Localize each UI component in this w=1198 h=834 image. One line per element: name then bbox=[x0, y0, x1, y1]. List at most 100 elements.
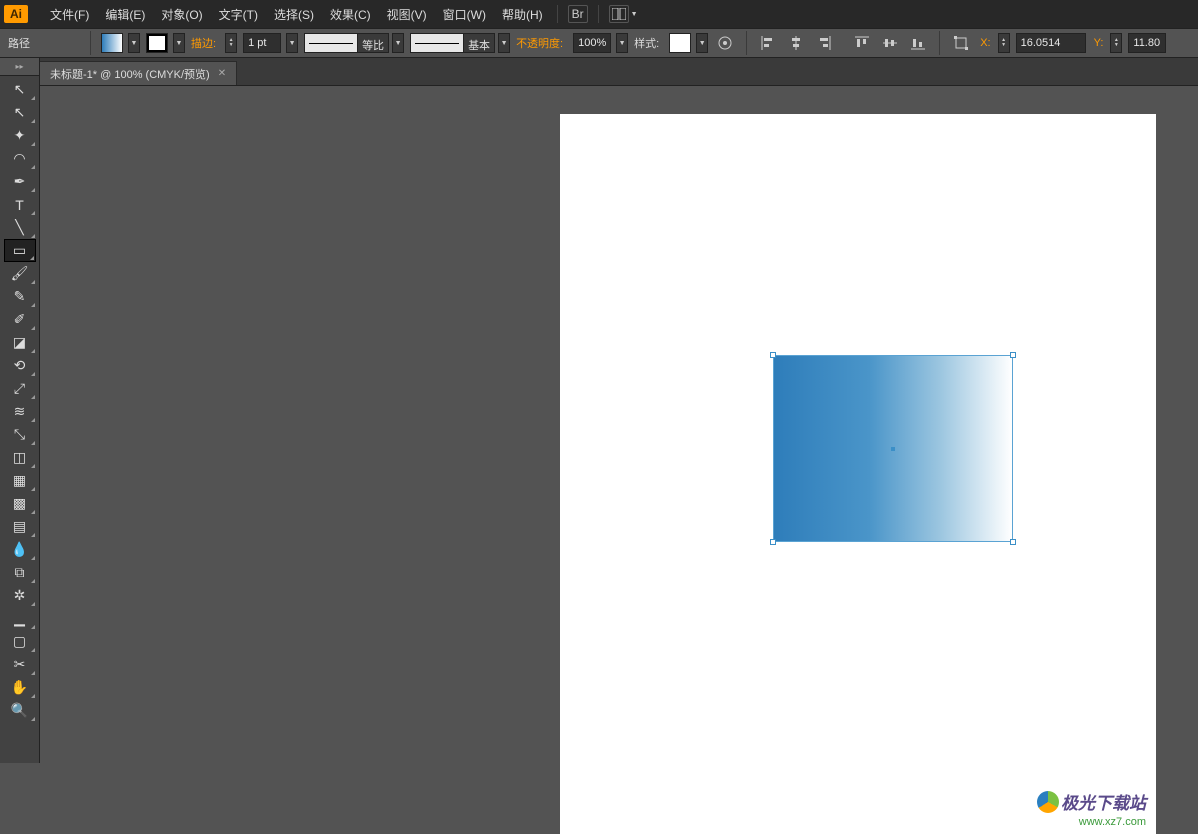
opacity-input[interactable] bbox=[573, 33, 611, 53]
watermark-url: www.xz7.com bbox=[1037, 816, 1146, 828]
tool-flyout-indicator-icon bbox=[31, 625, 35, 629]
x-coord-input[interactable] bbox=[1016, 33, 1086, 53]
document-tab-strip: 未标题-1* @ 100% (CMYK/预览) ✕ bbox=[40, 58, 1198, 86]
column-graph-tool[interactable]: ▁ bbox=[4, 607, 36, 630]
blend-tool[interactable]: ⧉ bbox=[4, 561, 36, 584]
align-left-icon[interactable] bbox=[759, 34, 777, 52]
canvas-area[interactable]: 极光下载站 www.xz7.com bbox=[40, 86, 1198, 763]
tool-flyout-indicator-icon bbox=[31, 602, 35, 606]
pen-tool[interactable]: ✒ bbox=[4, 170, 36, 193]
symbol-sprayer-tool[interactable]: ✲ bbox=[4, 584, 36, 607]
rectangle-tool[interactable]: ▭ bbox=[4, 239, 36, 262]
y-stepper-icon[interactable]: ▲▼ bbox=[1110, 33, 1122, 53]
menu-object[interactable]: 对象(O) bbox=[153, 6, 210, 23]
paintbrush-tool[interactable]: 🖌 bbox=[4, 262, 36, 285]
brush-group[interactable]: 基本 ▼ bbox=[410, 33, 510, 53]
zoom-tool[interactable]: 🔍 bbox=[4, 699, 36, 722]
fill-swatch[interactable] bbox=[101, 33, 123, 53]
stroke-profile-group[interactable]: 等比 ▼ bbox=[304, 33, 404, 53]
align-bottom-icon[interactable] bbox=[909, 34, 927, 52]
selection-handle-tr[interactable] bbox=[1010, 352, 1016, 358]
selection-handle-br[interactable] bbox=[1010, 539, 1016, 545]
stroke-swatch[interactable] bbox=[146, 33, 168, 53]
menu-file[interactable]: 文件(F) bbox=[42, 6, 97, 23]
direct-selection-tool[interactable]: ↖ bbox=[4, 101, 36, 124]
bridge-icon[interactable]: Br bbox=[568, 5, 588, 23]
selection-handle-bl[interactable] bbox=[770, 539, 776, 545]
stroke-profile-preview bbox=[304, 33, 358, 53]
toolbox-collapse-icon[interactable]: ▸▸ bbox=[0, 58, 39, 76]
scale-tool[interactable]: ⤢ bbox=[4, 377, 36, 400]
tool-flyout-indicator-icon bbox=[31, 234, 35, 238]
eraser-tool[interactable]: ◪ bbox=[4, 331, 36, 354]
tool-flyout-indicator-icon bbox=[31, 556, 35, 560]
watermark: 极光下载站 www.xz7.com bbox=[1037, 789, 1146, 828]
free-transform-tool[interactable]: ⤡ bbox=[4, 423, 36, 446]
perspective-grid-tool[interactable]: ▦ bbox=[4, 469, 36, 492]
mesh-tool[interactable]: ▩ bbox=[4, 492, 36, 515]
x-coord-label: X: bbox=[980, 37, 990, 49]
stroke-profile-dropdown-icon[interactable]: ▼ bbox=[392, 33, 404, 53]
artboard[interactable]: 极光下载站 www.xz7.com bbox=[560, 114, 1156, 834]
brush-dropdown-icon[interactable]: ▼ bbox=[498, 33, 510, 53]
arrange-documents-icon[interactable] bbox=[609, 5, 629, 23]
x-stepper-icon[interactable]: ▲▼ bbox=[998, 33, 1010, 53]
menu-help[interactable]: 帮助(H) bbox=[494, 6, 551, 23]
stroke-label[interactable]: 描边: bbox=[191, 35, 216, 51]
control-separator bbox=[939, 31, 940, 55]
document-tab[interactable]: 未标题-1* @ 100% (CMYK/预览) ✕ bbox=[40, 61, 237, 85]
recolor-artwork-icon[interactable] bbox=[716, 34, 734, 52]
line-segment-tool[interactable]: ╲ bbox=[4, 216, 36, 239]
selection-type-label: 路径 bbox=[8, 35, 30, 51]
selected-rectangle-shape[interactable] bbox=[773, 355, 1013, 542]
menu-edit[interactable]: 编辑(E) bbox=[97, 6, 153, 23]
opacity-dropdown-icon[interactable]: ▼ bbox=[616, 33, 628, 53]
gradient-tool[interactable]: ▤ bbox=[4, 515, 36, 538]
tool-flyout-indicator-icon bbox=[31, 648, 35, 652]
slice-tool[interactable]: ✂ bbox=[4, 653, 36, 676]
lasso-tool[interactable]: ◠ bbox=[4, 147, 36, 170]
transform-icon[interactable] bbox=[952, 34, 970, 52]
stroke-weight-dropdown-icon[interactable]: ▼ bbox=[286, 33, 298, 53]
stroke-weight-stepper-icon[interactable]: ▲▼ bbox=[225, 33, 237, 53]
menu-type[interactable]: 文字(T) bbox=[211, 6, 266, 23]
selection-handle-tl[interactable] bbox=[770, 352, 776, 358]
menu-window[interactable]: 窗口(W) bbox=[435, 6, 494, 23]
width-tool[interactable]: ≋ bbox=[4, 400, 36, 423]
arrange-dropdown-icon[interactable]: ▼ bbox=[631, 11, 638, 18]
tool-flyout-indicator-icon bbox=[31, 395, 35, 399]
align-center-v-icon[interactable] bbox=[881, 34, 899, 52]
align-center-h-icon[interactable] bbox=[787, 34, 805, 52]
artboard-tool[interactable]: ▢ bbox=[4, 630, 36, 653]
magic-wand-tool[interactable]: ✦ bbox=[4, 124, 36, 147]
hand-tool[interactable]: ✋ bbox=[4, 676, 36, 699]
tool-flyout-indicator-icon bbox=[31, 533, 35, 537]
menu-view[interactable]: 视图(V) bbox=[379, 6, 435, 23]
selection-tool[interactable]: ↖ bbox=[4, 78, 36, 101]
style-dropdown-icon[interactable]: ▼ bbox=[696, 33, 708, 53]
control-separator bbox=[90, 31, 91, 55]
fill-dropdown-icon[interactable]: ▼ bbox=[128, 33, 140, 53]
stroke-weight-input[interactable] bbox=[243, 33, 281, 53]
brush-preview bbox=[410, 33, 464, 53]
close-tab-icon[interactable]: ✕ bbox=[218, 68, 226, 79]
shape-builder-tool[interactable]: ◫ bbox=[4, 446, 36, 469]
y-coord-input[interactable] bbox=[1128, 33, 1166, 53]
opacity-label[interactable]: 不透明度: bbox=[516, 35, 563, 51]
tool-flyout-indicator-icon bbox=[30, 256, 34, 260]
pencil-tool[interactable]: ✎ bbox=[4, 285, 36, 308]
tool-flyout-indicator-icon bbox=[31, 579, 35, 583]
eyedropper-tool[interactable]: 💧 bbox=[4, 538, 36, 561]
type-tool[interactable]: T bbox=[4, 193, 36, 216]
watermark-title: 极光下载站 bbox=[1061, 789, 1146, 814]
stroke-dropdown-icon[interactable]: ▼ bbox=[173, 33, 185, 53]
rotate-tool[interactable]: ⟲ bbox=[4, 354, 36, 377]
blob-brush-tool[interactable]: ✐ bbox=[4, 308, 36, 331]
tool-flyout-indicator-icon bbox=[31, 119, 35, 123]
align-top-icon[interactable] bbox=[853, 34, 871, 52]
tool-flyout-indicator-icon bbox=[31, 303, 35, 307]
menu-effect[interactable]: 效果(C) bbox=[322, 6, 379, 23]
align-right-icon[interactable] bbox=[815, 34, 833, 52]
style-swatch[interactable] bbox=[669, 33, 691, 53]
menu-select[interactable]: 选择(S) bbox=[266, 6, 322, 23]
